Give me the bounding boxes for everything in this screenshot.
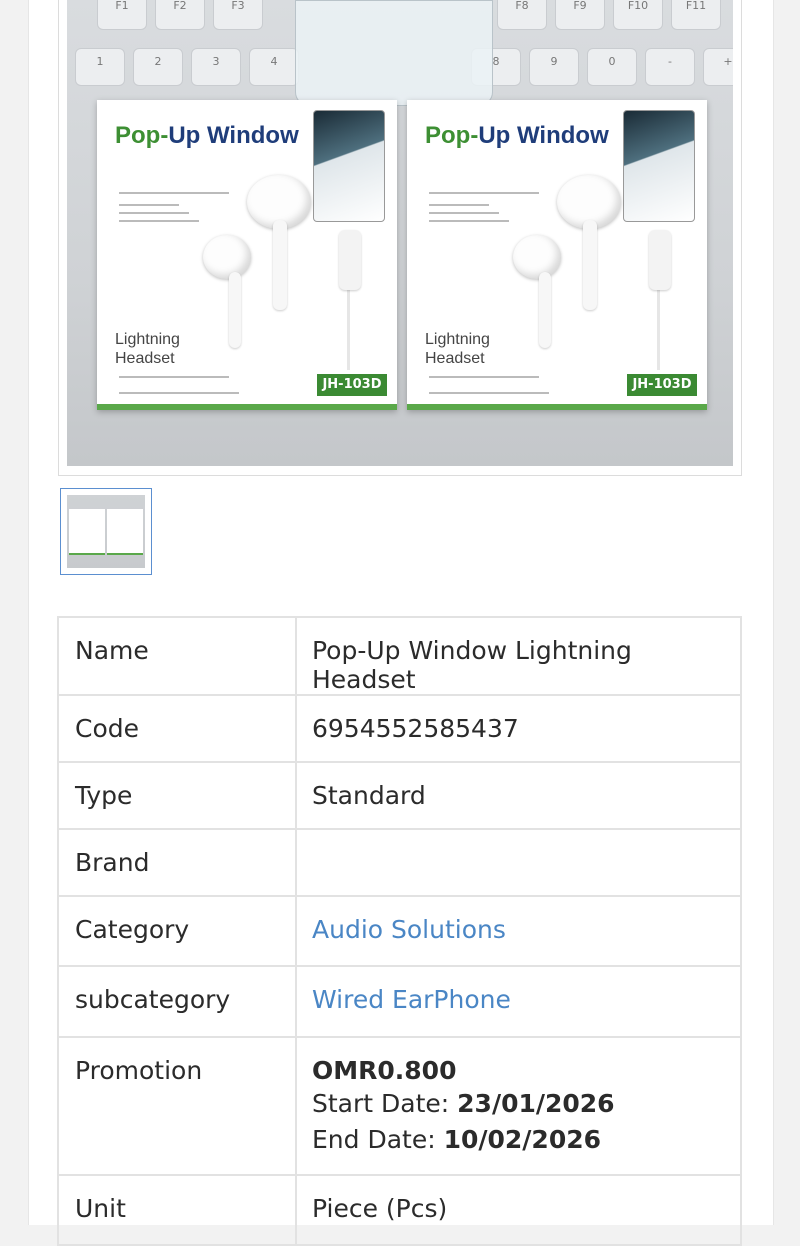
key-9: 9	[529, 48, 579, 86]
box-fine-print	[429, 392, 549, 394]
spec-value: Audio Solutions	[295, 895, 742, 967]
main-image-frame: F1 F2 F3 F8 F9 F10 F11 1 2 3 4 8 9 0 - +…	[58, 0, 742, 476]
spec-label: Promotion	[57, 1036, 297, 1176]
earbud-graphic	[203, 235, 251, 279]
lightning-connector	[649, 230, 671, 290]
box-fine-print	[429, 376, 539, 378]
key-minus: -	[645, 48, 695, 86]
spec-value: 6954552585437	[295, 694, 742, 763]
promotion-end-date: End Date: 10/02/2026	[312, 1125, 602, 1154]
spec-value: OMR0.800 Start Date: 23/01/2026 End Date…	[295, 1036, 742, 1176]
box-fine-print	[429, 220, 509, 222]
box-model-label: JH-103D	[317, 374, 387, 396]
promotion-start-date: Start Date: 23/01/2026	[312, 1089, 615, 1118]
lightning-connector	[339, 230, 361, 290]
spec-label: subcategory	[57, 965, 297, 1038]
subcategory-link[interactable]: Wired EarPhone	[312, 985, 511, 1014]
spec-row-brand: Brand	[57, 828, 742, 897]
gallery-thumbnail[interactable]	[60, 488, 152, 575]
spec-label: Name	[57, 616, 297, 696]
earbud-stem	[229, 272, 241, 348]
spec-row-category: Category Audio Solutions	[57, 895, 742, 967]
spec-row-type: Type Standard	[57, 761, 742, 830]
box-fine-print	[119, 212, 189, 214]
key-0: 0	[587, 48, 637, 86]
box-fine-print	[119, 220, 199, 222]
spec-label: Type	[57, 761, 297, 830]
box-fine-print	[119, 392, 239, 394]
category-link[interactable]: Audio Solutions	[312, 915, 506, 944]
key-f3: F3	[213, 0, 263, 30]
box-subtitle: Lightning Headset	[115, 331, 180, 367]
box-model-label: JH-103D	[627, 374, 697, 396]
earbud-stem	[583, 220, 597, 310]
main-product-image[interactable]: F1 F2 F3 F8 F9 F10 F11 1 2 3 4 8 9 0 - +…	[67, 0, 733, 466]
spec-value: Standard	[295, 761, 742, 830]
spec-row-code: Code 6954552585437	[57, 694, 742, 763]
earbud-stem	[273, 220, 287, 310]
product-box-right: Pop-Up Window Lightning Headset JH-103D	[407, 100, 707, 410]
box-fine-print	[119, 192, 229, 194]
box-title: Pop-Up Window	[425, 122, 609, 149]
promotion-price: OMR0.800	[312, 1056, 457, 1085]
spec-label: Category	[57, 895, 297, 967]
spec-row-unit: Unit Piece (Pcs)	[57, 1174, 742, 1246]
product-box-left: Pop-Up Window Lightning Headset JH-103D	[97, 100, 397, 410]
thumbnail-image	[67, 495, 145, 568]
key-4: 4	[249, 48, 299, 86]
spec-value: Wired EarPhone	[295, 965, 742, 1038]
box-fine-print	[429, 204, 489, 206]
spec-value: Pop-Up Window Lightning Headset	[295, 616, 742, 696]
key-2: 2	[133, 48, 183, 86]
box-fine-print	[429, 192, 539, 194]
key-f1: F1	[97, 0, 147, 30]
key-f11: F11	[671, 0, 721, 30]
product-specs-table: Name Pop-Up Window Lightning Headset Cod…	[57, 616, 742, 1246]
spec-value	[295, 828, 742, 897]
spec-value: Piece (Pcs)	[295, 1174, 742, 1246]
key-f10: F10	[613, 0, 663, 30]
earbud-graphic	[513, 235, 561, 279]
box-fine-print	[429, 212, 499, 214]
spec-label: Unit	[57, 1174, 297, 1246]
spec-row-subcategory: subcategory Wired EarPhone	[57, 965, 742, 1038]
key-plus: +	[703, 48, 733, 86]
plastic-case	[295, 0, 493, 106]
box-window-graphic	[313, 110, 385, 222]
earbud-stem	[539, 272, 551, 348]
box-window-graphic	[623, 110, 695, 222]
spec-label: Code	[57, 694, 297, 763]
box-title: Pop-Up Window	[115, 122, 299, 149]
thumbnail-box-left	[69, 509, 105, 555]
spec-row-promotion: Promotion OMR0.800 Start Date: 23/01/202…	[57, 1036, 742, 1176]
key-3: 3	[191, 48, 241, 86]
box-subtitle: Lightning Headset	[425, 331, 490, 367]
key-f2: F2	[155, 0, 205, 30]
spec-label: Brand	[57, 828, 297, 897]
key-f9: F9	[555, 0, 605, 30]
key-1: 1	[75, 48, 125, 86]
thumbnail-box-right	[107, 509, 143, 555]
key-f8: F8	[497, 0, 547, 30]
box-fine-print	[119, 376, 229, 378]
box-fine-print	[119, 204, 179, 206]
spec-row-name: Name Pop-Up Window Lightning Headset	[57, 616, 742, 696]
